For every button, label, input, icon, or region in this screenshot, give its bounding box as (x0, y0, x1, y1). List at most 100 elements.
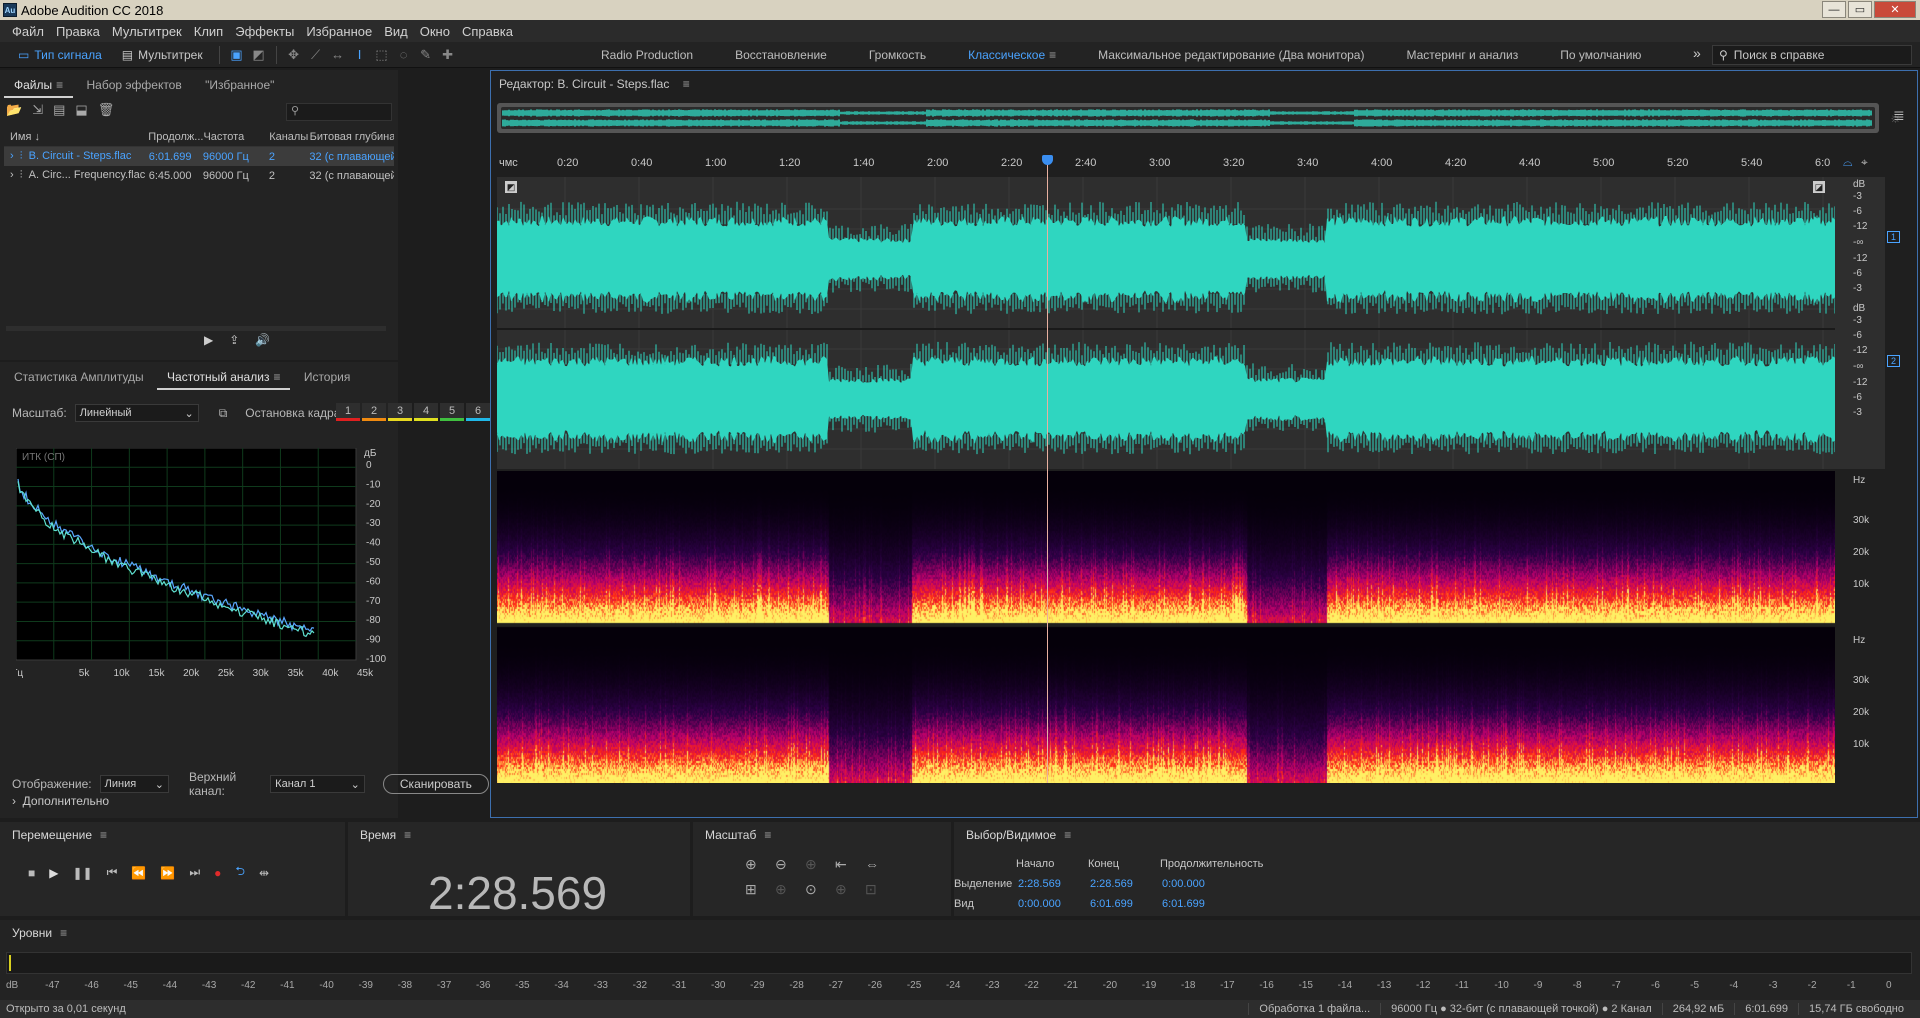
workspace-loudness[interactable]: Громкость (848, 48, 947, 62)
hamburger-menu-icon[interactable]: ≡ (100, 828, 107, 842)
menu-edit[interactable]: Правка (50, 24, 106, 39)
view-start[interactable]: 0:00.000 (1018, 898, 1090, 910)
spot-healing-tool-icon[interactable]: ✚ (437, 45, 459, 65)
waveform-view-icon[interactable]: ▣ (226, 45, 248, 65)
freeze-frame-6-button[interactable]: 6 (466, 403, 490, 421)
zoom-in-amplitude-icon[interactable]: ⊕ (745, 856, 775, 873)
workspace-classic[interactable]: Классическое ≡ (947, 48, 1077, 62)
menu-help[interactable]: Справка (456, 24, 519, 39)
hamburger-menu-icon[interactable]: ≡ (1049, 48, 1056, 62)
help-search-input[interactable]: ⚲ Поиск в справке (1712, 45, 1912, 65)
table-row[interactable]: › ⫶ B. Circuit - Steps.flac 6:01.699 960… (4, 147, 394, 166)
tab-amplitude-stats[interactable]: Статистика Амплитуды (4, 366, 154, 388)
insert-multitrack-icon[interactable]: ⬓ (75, 102, 87, 118)
multitrack-mode-button[interactable]: ▤ Мультитрек (112, 44, 213, 66)
waveform-mode-button[interactable]: ▭ Тип сигнала (8, 44, 112, 66)
stop-icon[interactable]: ■ (28, 866, 35, 880)
maximize-button[interactable]: ▭ (1848, 1, 1872, 18)
slip-tool-icon[interactable]: ↔ (327, 45, 349, 65)
tab-history[interactable]: История (294, 366, 361, 388)
menu-favorites[interactable]: Избранное (300, 24, 378, 39)
menu-window[interactable]: Окно (414, 24, 456, 39)
snap-icon[interactable]: ⌓ (1843, 155, 1853, 170)
export-icon[interactable]: ⇪ (229, 333, 239, 347)
zoom-selection-icon[interactable]: ⊙ (805, 881, 835, 898)
column-bitdepth[interactable]: Битовая глубина (310, 131, 394, 143)
workspace-restoration[interactable]: Восстановление (714, 48, 848, 62)
hamburger-menu-icon[interactable]: ≡ (683, 77, 690, 91)
hamburger-menu-icon[interactable]: ≡ (60, 926, 67, 940)
import-icon[interactable]: ⇲ (32, 102, 43, 118)
open-file-icon[interactable]: 📂 (6, 102, 22, 118)
go-end-icon[interactable]: ⏭ (189, 865, 200, 880)
move-tool-icon[interactable]: ✥ (283, 45, 305, 65)
zoom-out-full-icon[interactable]: ⇤ (835, 856, 865, 873)
hamburger-menu-icon[interactable]: ≡ (273, 366, 280, 388)
freeze-frame-2-button[interactable]: 2 (362, 403, 386, 421)
volume-icon[interactable]: 🔊 (255, 333, 270, 347)
zoom-in-point-icon[interactable]: ⊞ (745, 881, 775, 898)
advanced-toggle[interactable]: › Дополнительно (12, 794, 109, 808)
pin-icon[interactable]: ⌖ (1861, 155, 1868, 170)
column-rate[interactable]: Частота (203, 131, 269, 143)
tab-favorites[interactable]: "Избранное" (195, 74, 284, 96)
selection-start[interactable]: 2:28.569 (1018, 878, 1090, 890)
waveform-display[interactable]: ◩ ◪ (497, 177, 1885, 469)
expand-arrow-icon[interactable]: › (10, 169, 14, 181)
tab-files[interactable]: Файлы ≡ (4, 74, 74, 98)
selection-end[interactable]: 2:28.569 (1090, 878, 1162, 890)
scale-dropdown[interactable]: Линейный ⌄ (74, 404, 199, 422)
files-search-input[interactable]: ⚲ (286, 103, 392, 121)
zoom-in-left-icon[interactable]: ⊕ (775, 881, 805, 898)
channel-1-badge[interactable]: 1 (1887, 231, 1901, 243)
delete-icon[interactable]: 🗑 (98, 102, 115, 118)
menu-clip[interactable]: Клип (188, 24, 229, 39)
tab-effects-rack[interactable]: Набор эффектов (77, 74, 192, 96)
hud-icon[interactable]: ◩ (505, 181, 517, 193)
go-start-icon[interactable]: ⏮ (107, 865, 118, 880)
hamburger-menu-icon[interactable]: ≡ (56, 74, 63, 96)
channel-dropdown[interactable]: Канал 1 ⌄ (270, 775, 365, 793)
view-end[interactable]: 6:01.699 (1090, 898, 1162, 910)
menu-lines-icon[interactable]: ≣ (1893, 107, 1905, 124)
zoom-in-right-icon[interactable]: ⊕ (835, 881, 865, 898)
spectral-display[interactable] (497, 471, 1835, 783)
brush-tool-icon[interactable]: ✎ (415, 45, 437, 65)
workspace-mastering[interactable]: Мастеринг и анализ (1385, 48, 1539, 62)
workspace-radio-production[interactable]: Radio Production (580, 48, 714, 62)
display-dropdown[interactable]: Линия ⌄ (99, 775, 169, 793)
zoom-out-amplitude-icon[interactable]: ⊖ (775, 856, 805, 873)
loop-icon[interactable]: ⮌ (235, 862, 245, 883)
freeze-frame-3-button[interactable]: 3 (388, 403, 412, 421)
record-icon[interactable]: ● (214, 866, 221, 880)
pause-icon[interactable]: ❚❚ (72, 866, 92, 880)
close-button[interactable]: ✕ (1874, 1, 1916, 18)
menu-file[interactable]: Файл (6, 24, 50, 39)
playhead-handle[interactable] (1041, 155, 1053, 165)
play-icon[interactable]: ▶ (204, 333, 213, 347)
menu-effects[interactable]: Эффекты (229, 24, 300, 39)
overview-navigator[interactable] (497, 103, 1879, 133)
time-selection-tool-icon[interactable]: I (349, 45, 371, 65)
zoom-reset-icon[interactable]: ⊡ (865, 881, 895, 898)
lasso-tool-icon[interactable]: ◌ (393, 45, 415, 65)
column-name[interactable]: Имя ↓ (4, 131, 148, 143)
marquee-tool-icon[interactable]: ⬚ (371, 45, 393, 65)
forward-icon[interactable]: ⏩ (160, 866, 175, 880)
hamburger-menu-icon[interactable]: ≡ (1064, 828, 1071, 842)
zoom-in-time-icon[interactable]: ⊕ (805, 856, 835, 873)
channel-2-badge[interactable]: 2 (1887, 355, 1901, 367)
new-file-icon[interactable]: ▤ (53, 102, 65, 118)
copy-icon[interactable]: ⧉ (219, 406, 228, 421)
time-display[interactable]: 2:28.569 (428, 866, 607, 920)
zoom-full-icon[interactable]: ⇔ (865, 856, 895, 873)
freeze-frame-5-button[interactable]: 5 (440, 403, 464, 421)
menu-view[interactable]: Вид (378, 24, 414, 39)
column-channels[interactable]: Каналы (269, 131, 309, 143)
more-workspaces-icon[interactable]: » (1693, 45, 1701, 61)
minimize-button[interactable]: — (1822, 1, 1846, 18)
tab-frequency-analysis[interactable]: Частотный анализ ≡ (157, 366, 291, 390)
workspace-max-editing[interactable]: Максимальное редактирование (Два монитор… (1077, 48, 1385, 62)
play-icon[interactable]: ▶ (49, 866, 58, 880)
skip-icon[interactable]: ⇹ (259, 866, 269, 880)
